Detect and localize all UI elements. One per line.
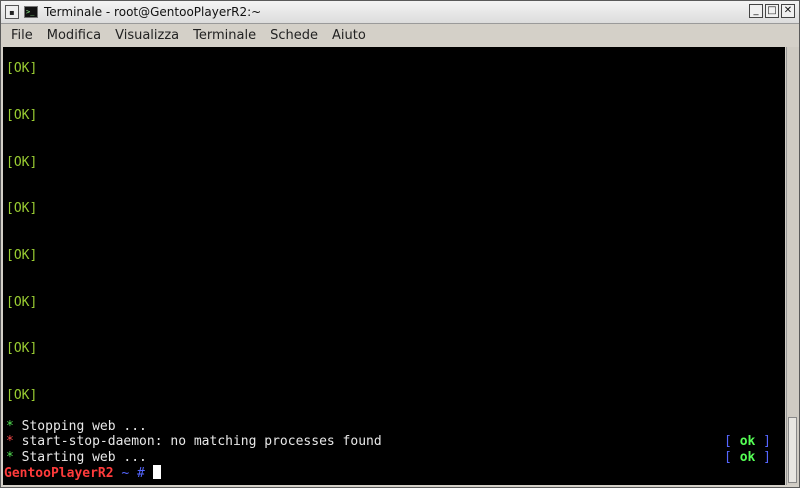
ok-line: [OK] [6, 201, 38, 216]
scrollbar-thumb[interactable] [788, 417, 797, 483]
error-bullet: * [6, 434, 14, 449]
message-line: * start-stop-daemon: no matching process… [6, 434, 382, 450]
prompt-path: ~ # [121, 466, 145, 481]
close-button[interactable]: ✕ [781, 4, 795, 18]
message-text: Starting web ... [21, 450, 147, 465]
message-line: * Stopping web ... [6, 419, 147, 435]
menu-visualizza[interactable]: Visualizza [108, 28, 186, 43]
status-close-bracket: ] [763, 434, 771, 449]
ok-line: [OK] [6, 108, 38, 123]
ok-line: [OK] [6, 341, 38, 356]
message-line: * Starting web ... [6, 450, 147, 466]
terminal-window: ▪ >_ Terminale - root@GentooPlayerR2:~ _… [0, 0, 800, 488]
status-ok-label: ok [739, 450, 756, 465]
window-title: Terminale - root@GentooPlayerR2:~ [44, 5, 262, 19]
status-open-bracket: [ [724, 450, 732, 465]
status-close-bracket: ] [763, 450, 771, 465]
ok-line: [OK] [6, 248, 38, 263]
status-ok-label: ok [739, 434, 756, 449]
terminal-app-icon: >_ [24, 6, 38, 18]
vertical-scrollbar[interactable] [786, 47, 799, 485]
ok-line: [OK] [6, 295, 38, 310]
ok-line: [OK] [6, 388, 38, 403]
text-cursor [152, 465, 161, 479]
status-ok: [ ok ] [724, 450, 771, 466]
terminal-output[interactable]: [OK] [OK] [OK] [OK] [OK] [OK] [OK] [OK] … [3, 47, 785, 485]
menu-aiuto[interactable]: Aiuto [325, 28, 373, 43]
status-open-bracket: [ [724, 434, 732, 449]
menu-modifica[interactable]: Modifica [40, 28, 108, 43]
prompt-host: GentooPlayerR2 [4, 466, 114, 481]
title-bar[interactable]: ▪ >_ Terminale - root@GentooPlayerR2:~ _… [1, 1, 799, 24]
maximize-button[interactable]: □ [765, 4, 779, 18]
info-bullet: * [6, 419, 14, 434]
ok-line: [OK] [6, 155, 38, 170]
shell-prompt[interactable]: GentooPlayerR2 ~ # [4, 465, 161, 482]
message-text: Stopping web ... [21, 419, 147, 434]
window-menu-button[interactable]: ▪ [5, 5, 19, 19]
menu-file[interactable]: File [1, 28, 40, 43]
message-text: start-stop-daemon: no matching processes… [21, 434, 382, 449]
info-bullet: * [6, 450, 14, 465]
menu-bar: File Modifica Visualizza Terminale Sched… [1, 24, 799, 46]
ok-line: [OK] [6, 61, 38, 76]
menu-terminale[interactable]: Terminale [186, 28, 263, 43]
minimize-button[interactable]: _ [749, 4, 763, 18]
status-ok: [ ok ] [724, 434, 771, 450]
menu-schede[interactable]: Schede [263, 28, 325, 43]
